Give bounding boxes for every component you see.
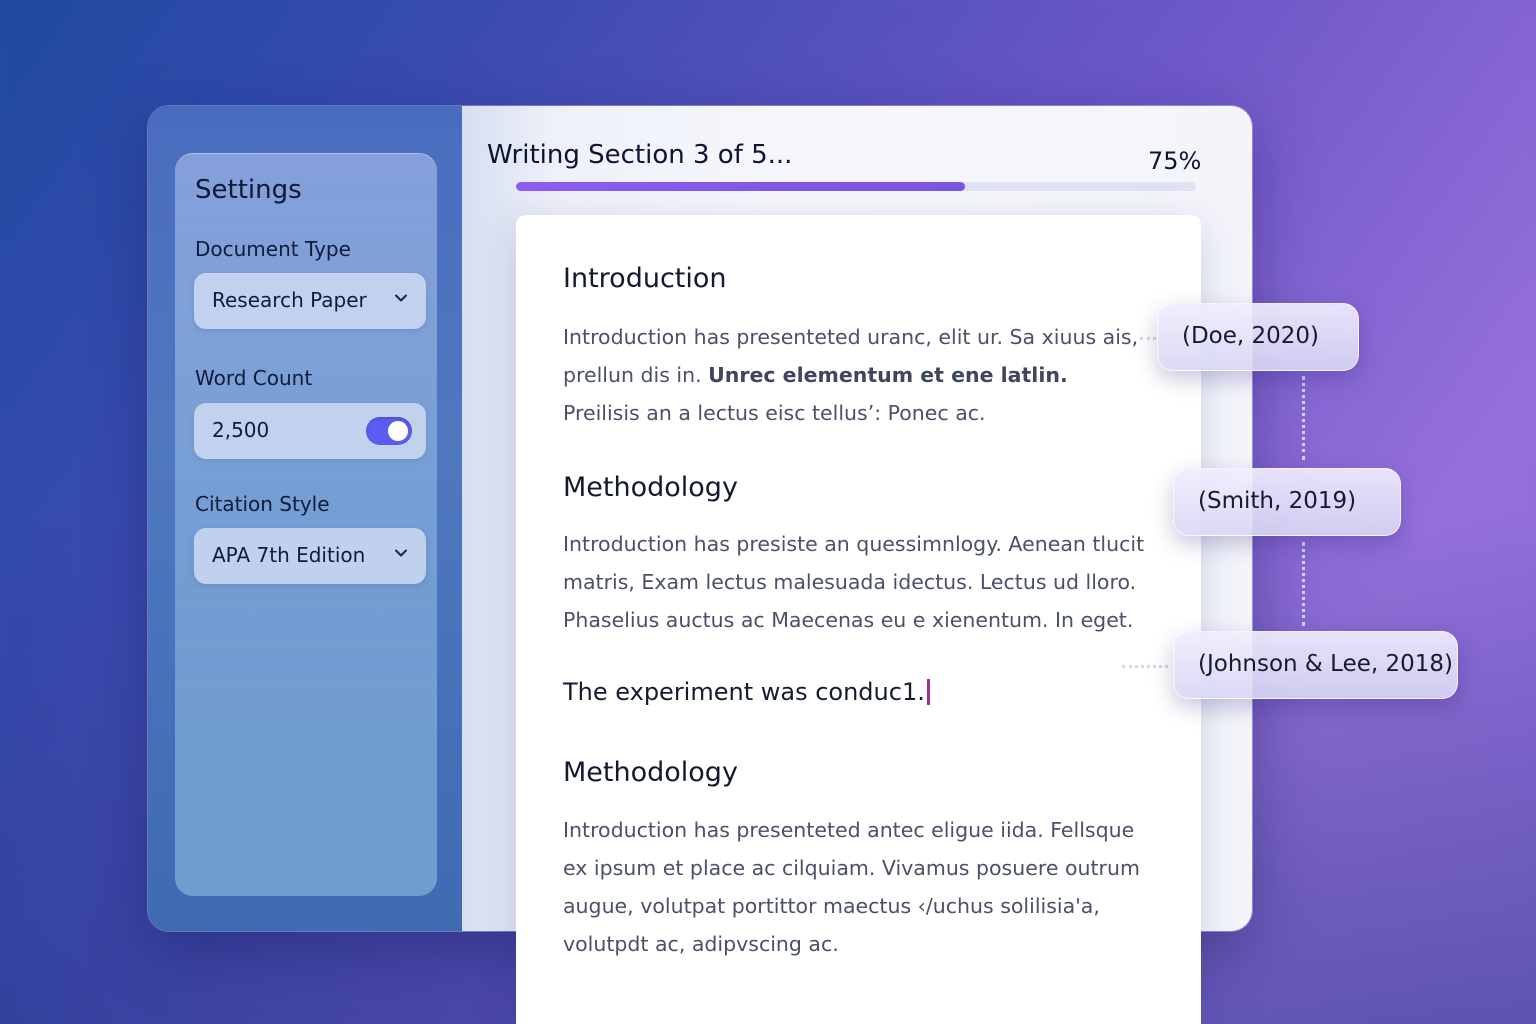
word-count-field[interactable]: 2,500 [194, 403, 426, 459]
document-type-value: Research Paper [212, 288, 367, 312]
citation-text: (Doe, 2020) [1182, 323, 1320, 349]
typing-line: The experiment was conduc1. [563, 678, 930, 706]
paragraph-line: matris, Exam lectus malesuada idectus. L… [563, 570, 1137, 594]
settings-title: Settings [195, 175, 302, 205]
document-editor[interactable]: Introduction Introduction has presentete… [516, 215, 1201, 1024]
citation-chip-doe[interactable]: (Doe, 2020) [1157, 303, 1359, 371]
section-paragraph-methodology-2: Introduction has presenteted antec eligu… [563, 811, 1163, 963]
paragraph-line: Phaselius auctus ac Maecenas eu e xienen… [563, 608, 1134, 632]
citation-chip-johnson-lee[interactable]: (Johnson & Lee, 2018) [1173, 631, 1458, 699]
document-type-select[interactable]: Research Paper [194, 273, 426, 329]
paragraph-text: prellun dis in. [563, 363, 709, 387]
typing-text: The experiment was conduc1. [563, 678, 925, 706]
connector-dots [1302, 542, 1305, 626]
chevron-down-icon [395, 549, 407, 557]
word-count-label: Word Count [195, 366, 313, 390]
paragraph-line: Introduction has presiste an quessimnlog… [563, 532, 1145, 556]
word-count-toggle[interactable] [366, 417, 412, 445]
section-paragraph-introduction: Introduction has presenteted uranc, elit… [563, 318, 1163, 432]
progress-bar [516, 182, 1196, 191]
paragraph-line: Introduction has presenteted antec eligu… [563, 818, 1135, 842]
progress-percent: 75% [1148, 147, 1202, 175]
settings-panel: Settings Document Type Research Paper Wo… [175, 153, 437, 896]
progress-title: Writing Section 3 of 5... [487, 140, 793, 170]
bold-text: Unrec elementum et ene latlin. [708, 363, 1068, 387]
word-count-value: 2,500 [212, 418, 270, 442]
connector-dots [1140, 337, 1156, 340]
document-type-label: Document Type [195, 237, 351, 261]
paragraph-line: ex ipsum et place ac cilquiam. Vivamus p… [563, 856, 1140, 880]
citation-text: (Johnson & Lee, 2018) [1198, 651, 1454, 677]
connector-dots [1122, 665, 1168, 668]
paragraph-line: Preilisis an a lectus eisc tellus’: Pone… [563, 401, 986, 425]
sidebar: Settings Document Type Research Paper Wo… [148, 106, 462, 931]
section-heading-methodology: Methodology [563, 472, 738, 503]
paragraph-line: Introduction has presenteted uranc, elit… [563, 325, 1139, 349]
citation-chip-smith[interactable]: (Smith, 2019) [1173, 468, 1401, 536]
section-heading-methodology-2: Methodology [563, 757, 738, 788]
citation-style-label: Citation Style [195, 492, 330, 516]
text-cursor [926, 679, 930, 705]
paragraph-line: volutpdt ac, adipvscing ac. [563, 932, 839, 956]
citation-style-select[interactable]: APA 7th Edition [194, 528, 426, 584]
progress-bar-fill [516, 182, 965, 191]
citation-style-value: APA 7th Edition [212, 543, 366, 567]
paragraph-line: augue, volutpat portittor maectus ‹/uchu… [563, 894, 1100, 918]
chevron-down-icon [395, 294, 407, 302]
section-heading-introduction: Introduction [563, 263, 727, 294]
section-paragraph-methodology: Introduction has presiste an quessimnlog… [563, 525, 1163, 639]
citation-text: (Smith, 2019) [1198, 488, 1357, 514]
paragraph-line: prellun dis in. Unrec elementum et ene l… [563, 356, 1163, 394]
toggle-knob [388, 421, 408, 441]
connector-dots [1302, 376, 1305, 460]
